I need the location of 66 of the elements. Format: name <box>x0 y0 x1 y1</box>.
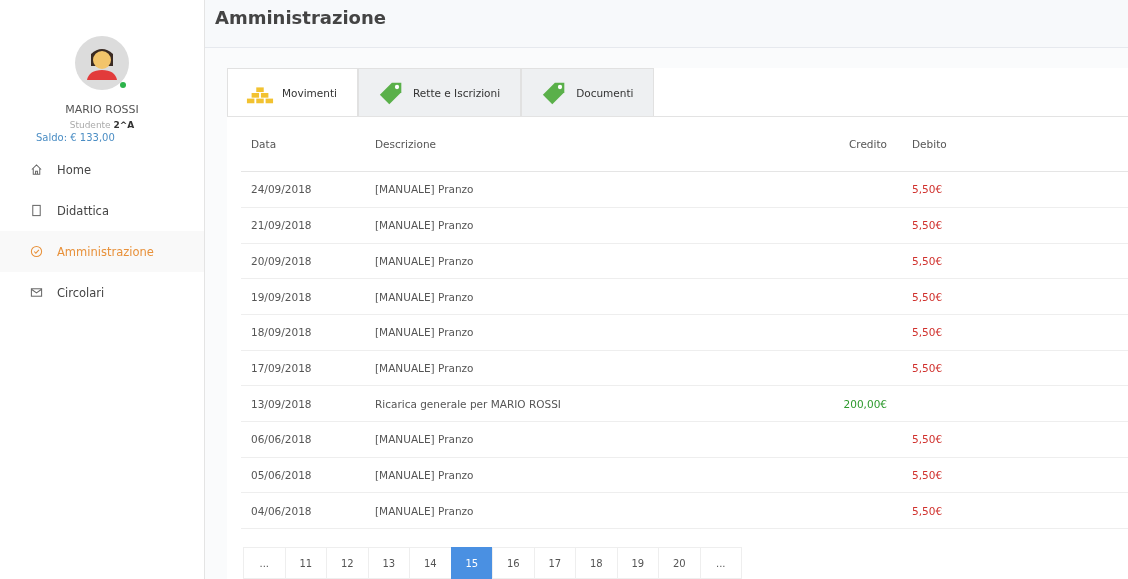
tab[interactable]: Rette e Iscrizioni <box>358 68 522 117</box>
sidebar-item-label: Amministrazione <box>57 244 154 259</box>
debit-amount: 5,50€ <box>912 468 943 481</box>
page-button[interactable]: 17 <box>533 547 576 579</box>
mail-icon <box>30 286 43 299</box>
page-button[interactable]: 14 <box>409 547 452 579</box>
table-cell-text: [MANUALE] Pranzo <box>375 504 475 517</box>
book-icon <box>30 204 43 217</box>
table-cell-text: 04/06/2018 <box>250 504 313 517</box>
debit-amount: 5,50€ <box>912 504 943 517</box>
sidebar-item-label: Home <box>57 162 91 177</box>
debit-amount: 5,50€ <box>912 326 943 339</box>
table-cell-text: 05/06/2018 <box>250 468 313 481</box>
user-role: Studente 2^A <box>69 120 135 130</box>
table-cell-text: [MANUALE] Pranzo <box>375 290 475 303</box>
home-icon <box>30 163 43 176</box>
tab[interactable]: Movimenti <box>227 68 358 117</box>
sidebar-item[interactable]: Circolari <box>0 272 204 313</box>
page-button[interactable]: 20 <box>658 547 701 579</box>
table-cell-text: [MANUALE] Pranzo <box>375 433 475 446</box>
debit-amount: 5,50€ <box>912 290 943 303</box>
debit-amount: 5,50€ <box>912 254 943 267</box>
sidebar-item[interactable]: Didattica <box>0 190 204 231</box>
page-button[interactable]: 12 <box>326 547 369 579</box>
debit-amount: 5,50€ <box>912 183 943 196</box>
table-cell-text: [MANUALE] Pranzo <box>375 219 475 232</box>
sidebar-item-label: Didattica <box>57 203 109 218</box>
balance-text: Saldo: € 133,00 <box>36 132 115 143</box>
table-cell-text: 24/09/2018 <box>250 183 313 196</box>
table-cell-text: [MANUALE] Pranzo <box>375 468 475 481</box>
page-button[interactable]: 16 <box>492 547 535 579</box>
column-header: Data <box>250 138 278 151</box>
page-button[interactable]: 19 <box>616 547 659 579</box>
table-cell-text: 19/09/2018 <box>250 290 313 303</box>
tab-label: Documenti <box>576 86 634 99</box>
debit-amount: 5,50€ <box>912 219 943 232</box>
tab-label: Movimenti <box>282 86 337 99</box>
table-cell-text: 06/06/2018 <box>250 433 313 446</box>
table-cell-text: 17/09/2018 <box>250 361 313 374</box>
column-header: Descrizione <box>375 138 437 151</box>
page-button[interactable]: 13 <box>367 547 410 579</box>
table-cell-text: 20/09/2018 <box>250 254 313 267</box>
table-cell-text: 18/09/2018 <box>250 326 313 339</box>
tab-label: Rette e Iscrizioni <box>413 86 501 99</box>
table-cell-text: 13/09/2018 <box>250 397 313 410</box>
page-button[interactable]: 11 <box>284 547 327 579</box>
sidebar-item[interactable]: Home <box>0 149 204 190</box>
table-cell-text: [MANUALE] Pranzo <box>375 326 475 339</box>
column-header: Debito <box>912 138 948 151</box>
sidebar-item-label: Circolari <box>57 285 105 300</box>
debit-amount: 5,50€ <box>912 361 943 374</box>
table-cell-text: [MANUALE] Pranzo <box>375 254 475 267</box>
user-name: MARIO ROSSI <box>65 103 139 116</box>
check-circle-icon <box>30 245 43 258</box>
table-cell-text: [MANUALE] Pranzo <box>375 183 475 196</box>
page-button[interactable]: ... <box>699 547 742 579</box>
column-header: Credito <box>848 138 888 151</box>
page-button[interactable]: ... <box>243 547 286 579</box>
page-button[interactable]: 18 <box>575 547 618 579</box>
table-cell-text: Ricarica generale per MARIO ROSSI <box>375 397 562 410</box>
tab[interactable]: Documenti <box>521 68 655 117</box>
table-cell-text: [MANUALE] Pranzo <box>375 361 475 374</box>
table-cell-text: 21/09/2018 <box>250 219 313 232</box>
avatar-icon <box>75 36 129 90</box>
credit-amount: 200,00€ <box>843 397 887 410</box>
debit-amount: 5,50€ <box>912 433 943 446</box>
